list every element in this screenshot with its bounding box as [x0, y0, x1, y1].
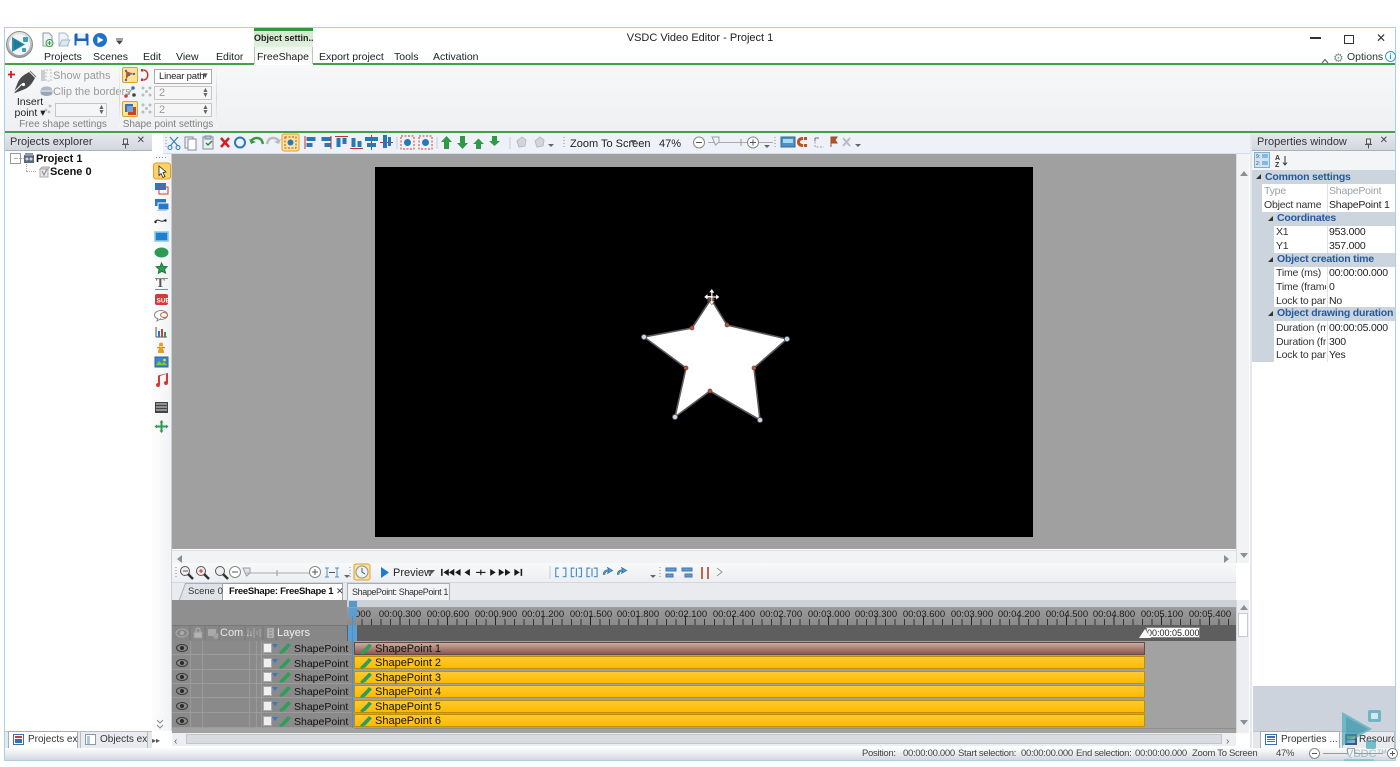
- svg-text:2:: 2:: [1256, 161, 1260, 167]
- svg-text:T: T: [156, 275, 165, 290]
- svg-text:Z: Z: [1275, 162, 1280, 168]
- svg-text:9:: 9:: [1256, 154, 1260, 160]
- svg-text:A: A: [1275, 155, 1280, 162]
- svg-text:SUB: SUB: [157, 298, 171, 305]
- svg-text:47%: 47%: [659, 138, 681, 150]
- svg-text:VSDC™: VSDC™: [1346, 748, 1388, 760]
- svg-text:Preview: Preview: [393, 567, 432, 579]
- svg-text:Zoom To Screen: Zoom To Screen: [570, 138, 651, 150]
